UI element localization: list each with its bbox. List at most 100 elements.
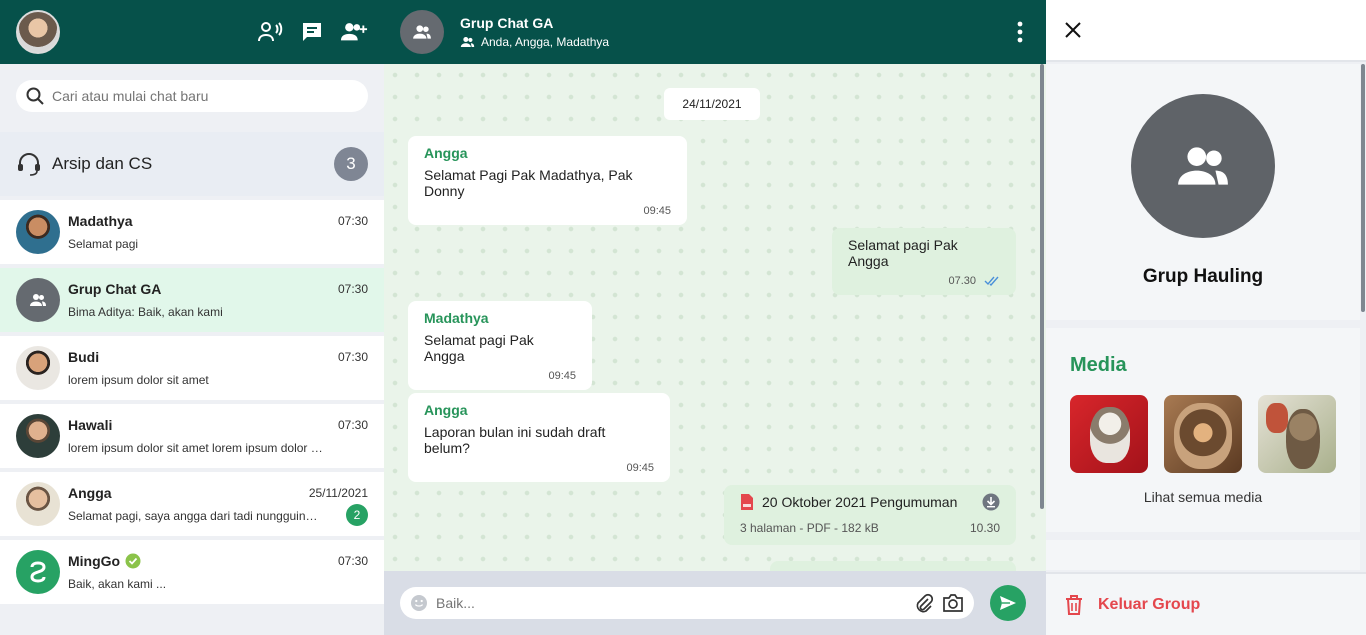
archive-label: Arsip dan CS	[52, 154, 153, 173]
chat-time: 07:30	[337, 350, 368, 364]
chat-item-madathya[interactable]: Madathya 07:30 Selamat pagi	[0, 200, 384, 264]
minggo-logo-icon	[30, 561, 46, 583]
chat-list: Madathya 07:30 Selamat pagi Grup Chat GA 0…	[0, 200, 384, 608]
member-list: Anda, Angga, Madathya	[460, 35, 609, 49]
chat-time: 07:30	[337, 554, 368, 568]
chat-item-grup-chat-ga[interactable]: Grup Chat GA 07:30 Bima Aditya: Baik, aka…	[0, 268, 384, 332]
conversation-title: Grup Chat GA	[460, 15, 554, 31]
see-all-media-link[interactable]: Lihat semua media	[1070, 489, 1336, 505]
double-check-icon	[984, 276, 999, 286]
chat-item-budi[interactable]: Budi 07:30 lorem ipsum dolor sit amet	[0, 336, 384, 400]
message-input[interactable]	[436, 595, 906, 611]
file-meta: 3 halaman - PDF - 182 kB	[740, 521, 879, 535]
download-icon[interactable]	[982, 493, 1000, 511]
trash-icon	[1066, 594, 1082, 615]
group-avatar[interactable]	[400, 10, 444, 54]
message-time: 09:45	[626, 462, 654, 474]
chat-name: Hawali	[68, 417, 113, 433]
group-icon	[1178, 147, 1228, 185]
avatar	[16, 346, 60, 390]
message-sender: Madathya	[424, 310, 489, 326]
message-area[interactable]: 24/11/2021 Angga Selamat Pagi Pak Madath…	[384, 64, 1046, 571]
leave-group-label: Keluar Group	[1098, 595, 1201, 613]
conversation-header: Grup Chat GA Anda, Angga, Madathya	[384, 0, 1046, 64]
sidebar-header-actions	[256, 18, 368, 46]
my-avatar[interactable]	[16, 10, 60, 54]
search-input[interactable]	[52, 88, 358, 104]
chat-preview: Bima Aditya: Baik, akan kami	[68, 305, 223, 319]
group-name: Grup Hauling	[1142, 266, 1264, 287]
media-thumbnail[interactable]	[1070, 395, 1148, 473]
chat-name: Grup Chat GA	[68, 281, 162, 297]
chat-preview: lorem ipsum dolor sit amet lorem ipsum d…	[68, 441, 328, 455]
panel-section	[1046, 540, 1360, 570]
avatar	[16, 278, 60, 322]
message-text: Selamat pagi Pak Angga	[424, 332, 534, 364]
media-thumbnail[interactable]	[1258, 395, 1336, 473]
conversation-pane: Grup Chat GA Anda, Angga, Madathya 24/11…	[384, 0, 1046, 635]
message-bubble-out[interactable]: Selamat pagi Pak Angga 07.30	[832, 228, 1016, 295]
search-box[interactable]	[16, 80, 368, 112]
message-input-box[interactable]	[400, 587, 974, 619]
archive-count-badge: 3	[334, 147, 368, 181]
file-message[interactable]: 20 Oktober 2021 Pengumuman 3 halaman - P…	[724, 485, 1016, 545]
avatar	[16, 482, 60, 526]
avatar	[16, 550, 60, 594]
chat-preview: lorem ipsum dolor sit amet	[68, 373, 209, 387]
message-bubble-in[interactable]: Angga Laporan bulan ini sudah draft belu…	[408, 393, 670, 482]
chat-name-wrap: MingGo	[68, 553, 141, 569]
chat-preview: Selamat pagi, saya angga dari tadi nungg…	[68, 509, 320, 523]
media-thumbnails	[1070, 395, 1336, 473]
media-thumbnail[interactable]	[1164, 395, 1242, 473]
chat-name: Budi	[68, 349, 100, 365]
chat-time: 07:30	[337, 214, 368, 228]
attachment-icon[interactable]	[914, 593, 934, 613]
search-bar	[0, 64, 384, 128]
date-separator: 24/11/2021	[664, 88, 760, 120]
message-time: 09:45	[548, 370, 576, 382]
more-options-icon[interactable]	[1010, 17, 1030, 47]
send-icon	[1000, 596, 1016, 610]
chat-time: 07:30	[337, 282, 368, 296]
group-icon	[30, 294, 46, 306]
message-sender: Angga	[424, 402, 468, 418]
chat-item-hawali[interactable]: Hawali 07:30 lorem ipsum dolor sit amet l…	[0, 404, 384, 468]
chat-item-minggo[interactable]: MingGo 07:30 Baik, akan kami ...	[0, 540, 384, 604]
group-icon	[413, 25, 431, 39]
group-avatar-large[interactable]	[1131, 94, 1275, 238]
chat-preview: Selamat pagi	[68, 237, 139, 251]
broadcast-icon[interactable]	[256, 18, 284, 46]
send-button[interactable]	[990, 585, 1026, 621]
archive-row[interactable]: Arsip dan CS 3	[0, 132, 384, 196]
message-bubble-in[interactable]: Madathya Selamat pagi Pak Angga 09:45	[408, 301, 592, 390]
camera-icon[interactable]	[942, 593, 964, 613]
scrollbar[interactable]	[1361, 64, 1365, 312]
chat-name: MingGo	[68, 553, 121, 569]
chat-list-sidebar: Arsip dan CS 3 Madathya 07:30 Selamat pag…	[0, 0, 384, 635]
message-time: 07.30	[948, 275, 976, 287]
verified-icon	[125, 553, 141, 569]
group-info[interactable]: Grup Chat GA Anda, Angga, Madathya	[460, 15, 609, 49]
media-section: Media Lihat semua media	[1046, 328, 1360, 532]
close-icon[interactable]	[1064, 21, 1082, 39]
message-bubble-in[interactable]: Angga Selamat Pagi Pak Madathya, Pak Don…	[408, 136, 687, 225]
headset-icon	[18, 153, 40, 176]
chat-name: Angga	[68, 485, 112, 501]
sidebar-header	[0, 0, 384, 64]
message-text: Selamat Pagi Pak Madathya, Pak Donny	[424, 167, 633, 199]
scrollbar[interactable]	[1040, 64, 1044, 509]
chat-preview: Baik, akan kami ...	[68, 577, 167, 591]
add-contact-icon[interactable]	[340, 18, 368, 46]
pdf-icon	[741, 494, 753, 510]
group-profile: Grup Hauling	[1046, 64, 1360, 320]
emoji-icon[interactable]	[410, 594, 428, 612]
message-sender: Angga	[424, 145, 468, 161]
message-composer	[384, 571, 1046, 635]
message-time: 10.30	[969, 521, 1000, 535]
leave-group-button[interactable]: Keluar Group	[1046, 572, 1366, 635]
members-icon	[460, 37, 475, 47]
message-bubble-out[interactable]	[770, 561, 1016, 571]
new-chat-icon[interactable]	[298, 18, 326, 46]
chat-item-angga[interactable]: Angga 25/11/2021 Selamat pagi, saya angga…	[0, 472, 384, 536]
chat-time: 25/11/2021	[308, 486, 368, 500]
